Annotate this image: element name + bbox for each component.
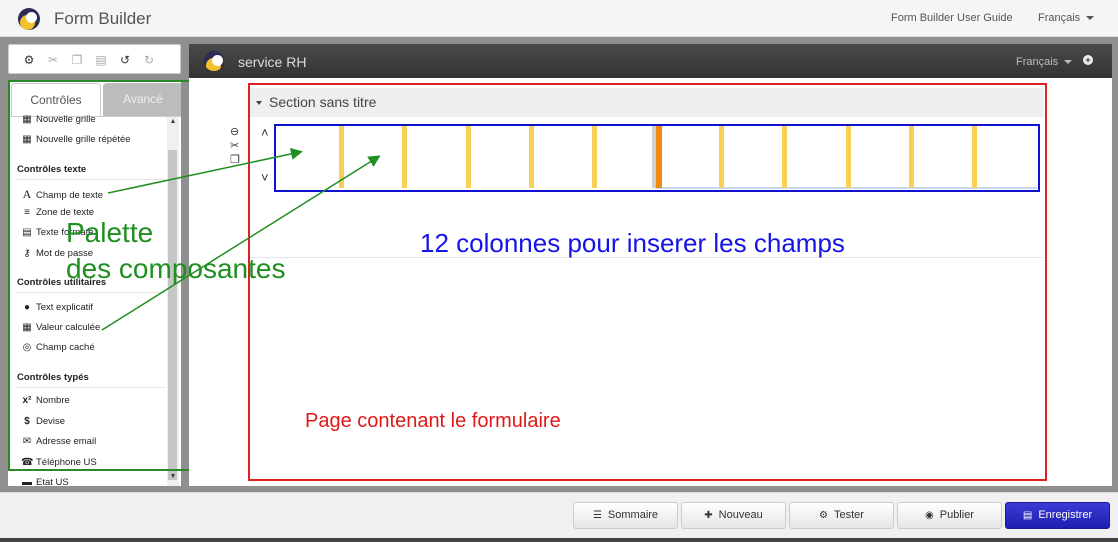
column-marker-active[interactable]: [656, 126, 662, 188]
palette-annotation: Palette des composantes: [66, 215, 285, 287]
form-header: service RH Français +: [189, 44, 1112, 78]
summary-button[interactable]: ☰ Sommaire: [573, 502, 678, 529]
us-state-icon: ▬: [22, 477, 32, 486]
form-language-menu[interactable]: Français: [1016, 56, 1073, 68]
move-up-icon[interactable]: ˄: [261, 126, 269, 139]
tab-advanced[interactable]: Avancé: [103, 83, 181, 116]
cut-row-icon[interactable]: ✂: [230, 141, 239, 152]
textarea-icon: ≡: [24, 207, 30, 218]
collapse-caret-icon[interactable]: [256, 101, 262, 105]
move-down-icon[interactable]: ˅: [261, 171, 269, 184]
group-title-text-controls: Contrôles texte: [17, 164, 87, 175]
remove-row-icon[interactable]: ⊖: [230, 127, 239, 138]
redo-icon[interactable]: ↻: [141, 52, 157, 68]
palette-item-explanation[interactable]: ● Text explicatif: [21, 302, 93, 313]
app-logo: [18, 8, 40, 30]
cut-icon[interactable]: ✂: [45, 52, 61, 68]
palette-item-currency[interactable]: $ Devise: [21, 416, 65, 427]
calculator-icon: ▦: [22, 322, 32, 333]
language-menu[interactable]: Français: [1038, 12, 1095, 24]
editing-toolbar: ⚙ ✂ ❐ ▤ ↺ ↻: [8, 44, 181, 74]
palette-item-new-grid[interactable]: ▦ Nouvelle grille: [21, 114, 95, 125]
column-marker[interactable]: [719, 126, 724, 188]
envelope-icon: ✉: [22, 436, 32, 447]
gear-icon: ⚙: [819, 510, 828, 521]
window-bottom-edge: [0, 538, 1118, 542]
divider: [17, 179, 165, 180]
form-logo: [204, 51, 224, 71]
plus-icon: ✚: [704, 510, 713, 521]
phone-icon: ☎: [21, 457, 34, 468]
password-icon: ⚷: [23, 248, 31, 259]
section-header[interactable]: Section sans titre: [249, 88, 1044, 117]
number-icon: x²: [22, 395, 32, 406]
page-annotation: Page contenant le formulaire: [305, 410, 561, 432]
divider: [17, 387, 165, 388]
palette-item-us-state[interactable]: ▬ Etat US: [21, 477, 69, 486]
caret-down-icon: [1086, 16, 1095, 21]
repeated-grid-icon: ▦: [22, 134, 32, 145]
new-button[interactable]: ✚ Nouveau: [681, 502, 786, 529]
column-marker[interactable]: [909, 126, 914, 188]
list-icon: ☰: [592, 510, 602, 521]
formatted-text-icon: ▤: [22, 227, 32, 238]
save-button[interactable]: ▤ Enregistrer: [1005, 502, 1110, 529]
column-marker[interactable]: [402, 126, 407, 188]
scroll-down-icon[interactable]: ▼: [168, 473, 178, 481]
caret-down-icon: [1064, 60, 1073, 65]
column-marker[interactable]: [972, 126, 977, 188]
globe-icon: ◉: [925, 510, 934, 521]
hidden-eye-icon: ◎: [22, 342, 32, 353]
column-marker[interactable]: [339, 126, 344, 188]
column-marker[interactable]: [782, 126, 787, 188]
section-title[interactable]: Section sans titre: [269, 94, 376, 110]
language-label: Français: [1038, 12, 1081, 24]
column-marker[interactable]: [592, 126, 597, 188]
form-language-label: Français: [1016, 56, 1059, 68]
publish-button[interactable]: ◉ Publier: [897, 502, 1002, 529]
copy-icon[interactable]: ❐: [69, 52, 85, 68]
form-name[interactable]: service RH: [238, 54, 306, 70]
save-icon: ▤: [1022, 510, 1033, 521]
comment-icon: ●: [23, 302, 31, 313]
palette-annotation-line2: des composantes: [66, 253, 286, 284]
palette-item-text-field[interactable]: A Champ de texte: [21, 187, 103, 202]
palette-item-calculated-value[interactable]: ▦ Valeur calculée: [21, 322, 100, 333]
group-title-typed-controls: Contrôles typés: [17, 372, 89, 383]
top-bar: Form Builder Form Builder User Guide Fra…: [0, 0, 1118, 37]
columns-annotation: 12 colonnes pour inserer les champs: [420, 228, 845, 258]
palette-item-repeated-grid[interactable]: ▦ Nouvelle grille répétée: [21, 134, 130, 145]
paste-icon[interactable]: ▤: [93, 52, 109, 68]
test-button[interactable]: ⚙ Tester: [789, 502, 894, 529]
settings-icon[interactable]: ⚙: [21, 52, 37, 68]
copy-row-icon[interactable]: ❐: [230, 155, 240, 166]
user-guide-link[interactable]: Form Builder User Guide: [891, 12, 1013, 24]
palette-scroll-thumb[interactable]: [168, 150, 177, 480]
text-field-icon: A: [22, 187, 32, 201]
palette-item-email[interactable]: ✉ Adresse email: [21, 436, 96, 447]
column-marker[interactable]: [846, 126, 851, 188]
palette-item-number[interactable]: x² Nombre: [21, 395, 70, 406]
palette-annotation-line1: Palette: [66, 217, 154, 248]
scroll-up-icon[interactable]: ▲: [168, 118, 178, 126]
palette-item-hidden-field[interactable]: ◎ Champ caché: [21, 342, 95, 353]
footer-toolbar: ☰ Sommaire ✚ Nouveau ⚙ Tester ◉ Publier ▤ Enr…: [0, 492, 1118, 538]
column-marker[interactable]: [529, 126, 534, 188]
dollar-icon: $: [24, 416, 30, 427]
app-title: Form Builder: [54, 9, 152, 28]
divider: [17, 292, 165, 293]
add-language-icon[interactable]: +: [1083, 55, 1093, 65]
column-marker[interactable]: [466, 126, 471, 188]
grid-icon: ▦: [22, 114, 32, 125]
palette-item-us-phone[interactable]: ☎ Téléphone US: [21, 457, 97, 468]
tab-controls[interactable]: Contrôles: [11, 83, 101, 116]
undo-icon[interactable]: ↺: [117, 52, 133, 68]
